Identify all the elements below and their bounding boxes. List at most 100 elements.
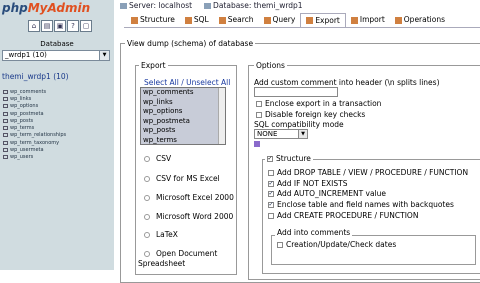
create-procedure-checkbox[interactable]: Add CREATE PROCEDURE / FUNCTION: [268, 211, 418, 220]
main-content: Server: localhost Database: themi_wrdp1 …: [114, 0, 480, 283]
database-select[interactable]: _wrdp1 (10) ▼: [2, 50, 110, 61]
docs-icon[interactable]: ?: [67, 20, 79, 32]
table-icon: [3, 104, 8, 109]
exit-icon[interactable]: ▢: [80, 20, 92, 32]
tab-bar: Structure SQL Search Query Export Import…: [126, 13, 450, 27]
database-label: Database: [40, 40, 74, 48]
table-option[interactable]: wp_comments: [141, 88, 225, 98]
radio-button[interactable]: [144, 194, 150, 201]
breadcrumb-database[interactable]: Database: themi_wrdp1: [204, 1, 303, 10]
table-option[interactable]: wp_links: [141, 98, 225, 108]
sidebar-table-item[interactable]: wp_comments: [3, 88, 66, 95]
table-multiselect[interactable]: wp_comments wp_links wp_options wp_postm…: [140, 87, 226, 145]
backquotes-checkbox[interactable]: ✓ Enclose table and field names with back…: [268, 200, 454, 209]
table-icon: [3, 148, 8, 153]
format-ods[interactable]: Open Document: [144, 249, 217, 258]
view-dump-title: View dump (schema) of database: [125, 39, 256, 48]
query-icon[interactable]: ▣: [54, 20, 66, 32]
breadcrumb: Server: localhost Database: themi_wrdp1: [120, 0, 303, 11]
format-excel-2000[interactable]: Microsoft Excel 2000: [144, 193, 234, 202]
table-icon: [3, 96, 8, 101]
disable-fk-checkbox[interactable]: Disable foreign key checks: [256, 110, 365, 119]
export-legend: Export: [139, 61, 168, 70]
table-list: wp_comments wp_links wp_options wp_postm…: [3, 88, 66, 161]
phpmyadmin-logo[interactable]: phpMyAdmin: [2, 1, 90, 15]
table-icon: [3, 126, 8, 131]
format-word-2000[interactable]: Microsoft Word 2000: [144, 212, 233, 221]
if-not-exists-checkbox[interactable]: ✓ Add IF NOT EXISTS: [268, 179, 348, 188]
table-option[interactable]: wp_options: [141, 107, 225, 117]
enclose-transaction-checkbox[interactable]: Enclose export in a transaction: [256, 99, 381, 108]
structure-icon: [131, 16, 138, 24]
radio-button[interactable]: [144, 213, 150, 220]
checkbox[interactable]: [277, 241, 283, 248]
breadcrumb-server[interactable]: Server: localhost: [120, 1, 192, 10]
creation-dates-checkbox[interactable]: Creation/Update/Check dates: [277, 240, 396, 249]
format-ods-line2: Spreadsheet: [138, 259, 186, 268]
import-icon: [350, 16, 358, 24]
database-icon: [204, 3, 212, 9]
format-csv[interactable]: CSV: [144, 154, 171, 163]
sidebar-table-item[interactable]: wp_links: [3, 95, 66, 102]
sql-icon[interactable]: ▤: [41, 20, 53, 32]
table-icon: [3, 118, 8, 123]
structure-checkbox[interactable]: ✓: [267, 155, 273, 162]
tab-sql[interactable]: SQL: [180, 13, 214, 27]
sidebar-table-item[interactable]: wp_term_taxonomy: [3, 139, 66, 146]
table-icon: [3, 89, 8, 94]
checkbox[interactable]: [268, 212, 274, 219]
select-all-link[interactable]: Select All / Unselect All: [144, 78, 230, 87]
chevron-down-icon: ▼: [298, 130, 307, 138]
compat-label: SQL compatibility mode: [254, 120, 344, 129]
tab-query[interactable]: Query: [259, 13, 301, 27]
tab-search[interactable]: Search: [214, 13, 259, 27]
sidebar-table-item[interactable]: wp_posts: [3, 117, 66, 124]
comment-label: Add custom comment into header (\n split…: [254, 78, 440, 87]
tab-operations[interactable]: Operations: [390, 13, 450, 27]
compat-select[interactable]: NONE ▼: [254, 129, 308, 139]
sidebar-table-item[interactable]: wp_users: [3, 154, 66, 161]
radio-button[interactable]: [144, 231, 150, 238]
radio-button[interactable]: [144, 175, 150, 182]
sql-icon: [184, 16, 192, 24]
sidebar-table-item[interactable]: wp_term_relationships: [3, 132, 66, 139]
search-icon: [218, 16, 226, 24]
checkbox[interactable]: [256, 100, 262, 107]
query-icon: [263, 16, 271, 24]
checkbox[interactable]: [268, 169, 274, 176]
radio-button[interactable]: [144, 155, 150, 162]
table-icon: [3, 140, 8, 145]
sidebar-table-item[interactable]: wp_options: [3, 103, 66, 110]
format-csv-excel[interactable]: CSV for MS Excel: [144, 174, 220, 183]
chevron-down-icon: ▼: [99, 51, 109, 60]
table-option[interactable]: wp_posts: [141, 126, 225, 136]
radio-button[interactable]: [144, 250, 150, 257]
export-icon: [306, 17, 314, 24]
help-icon[interactable]: [254, 141, 260, 147]
format-latex[interactable]: LaTeX: [144, 230, 178, 239]
home-icon[interactable]: ⌂: [28, 20, 40, 32]
database-title-link[interactable]: themi_wrdp1 (10): [2, 72, 69, 81]
tab-import[interactable]: Import: [346, 13, 390, 27]
table-icon: [3, 111, 8, 116]
checkbox[interactable]: ✓: [268, 180, 274, 187]
checkbox[interactable]: [256, 111, 262, 118]
sidebar-icon-bar: ⌂ ▤ ▣ ? ▢: [28, 20, 92, 33]
checkbox[interactable]: ✓: [268, 201, 274, 208]
scrollbar[interactable]: [218, 88, 225, 144]
sidebar-table-item[interactable]: wp_terms: [3, 124, 66, 131]
table-option[interactable]: wp_terms: [141, 136, 225, 145]
sidebar-table-item[interactable]: wp_postmeta: [3, 110, 66, 117]
comments-legend: Add into comments: [275, 228, 353, 237]
table-icon: [3, 155, 8, 160]
checkbox[interactable]: ✓: [268, 190, 274, 197]
options-legend: Options: [254, 61, 287, 70]
tab-structure[interactable]: Structure: [126, 13, 180, 27]
comment-input[interactable]: [254, 87, 338, 97]
structure-legend[interactable]: ✓ Structure: [265, 154, 313, 163]
drop-table-checkbox[interactable]: Add DROP TABLE / VIEW / PROCEDURE / FUNC…: [268, 168, 468, 177]
auto-increment-checkbox[interactable]: ✓ Add AUTO_INCREMENT value: [268, 189, 386, 198]
table-option[interactable]: wp_postmeta: [141, 117, 225, 127]
sidebar-table-item[interactable]: wp_usermeta: [3, 146, 66, 153]
tab-export[interactable]: Export: [300, 13, 346, 27]
